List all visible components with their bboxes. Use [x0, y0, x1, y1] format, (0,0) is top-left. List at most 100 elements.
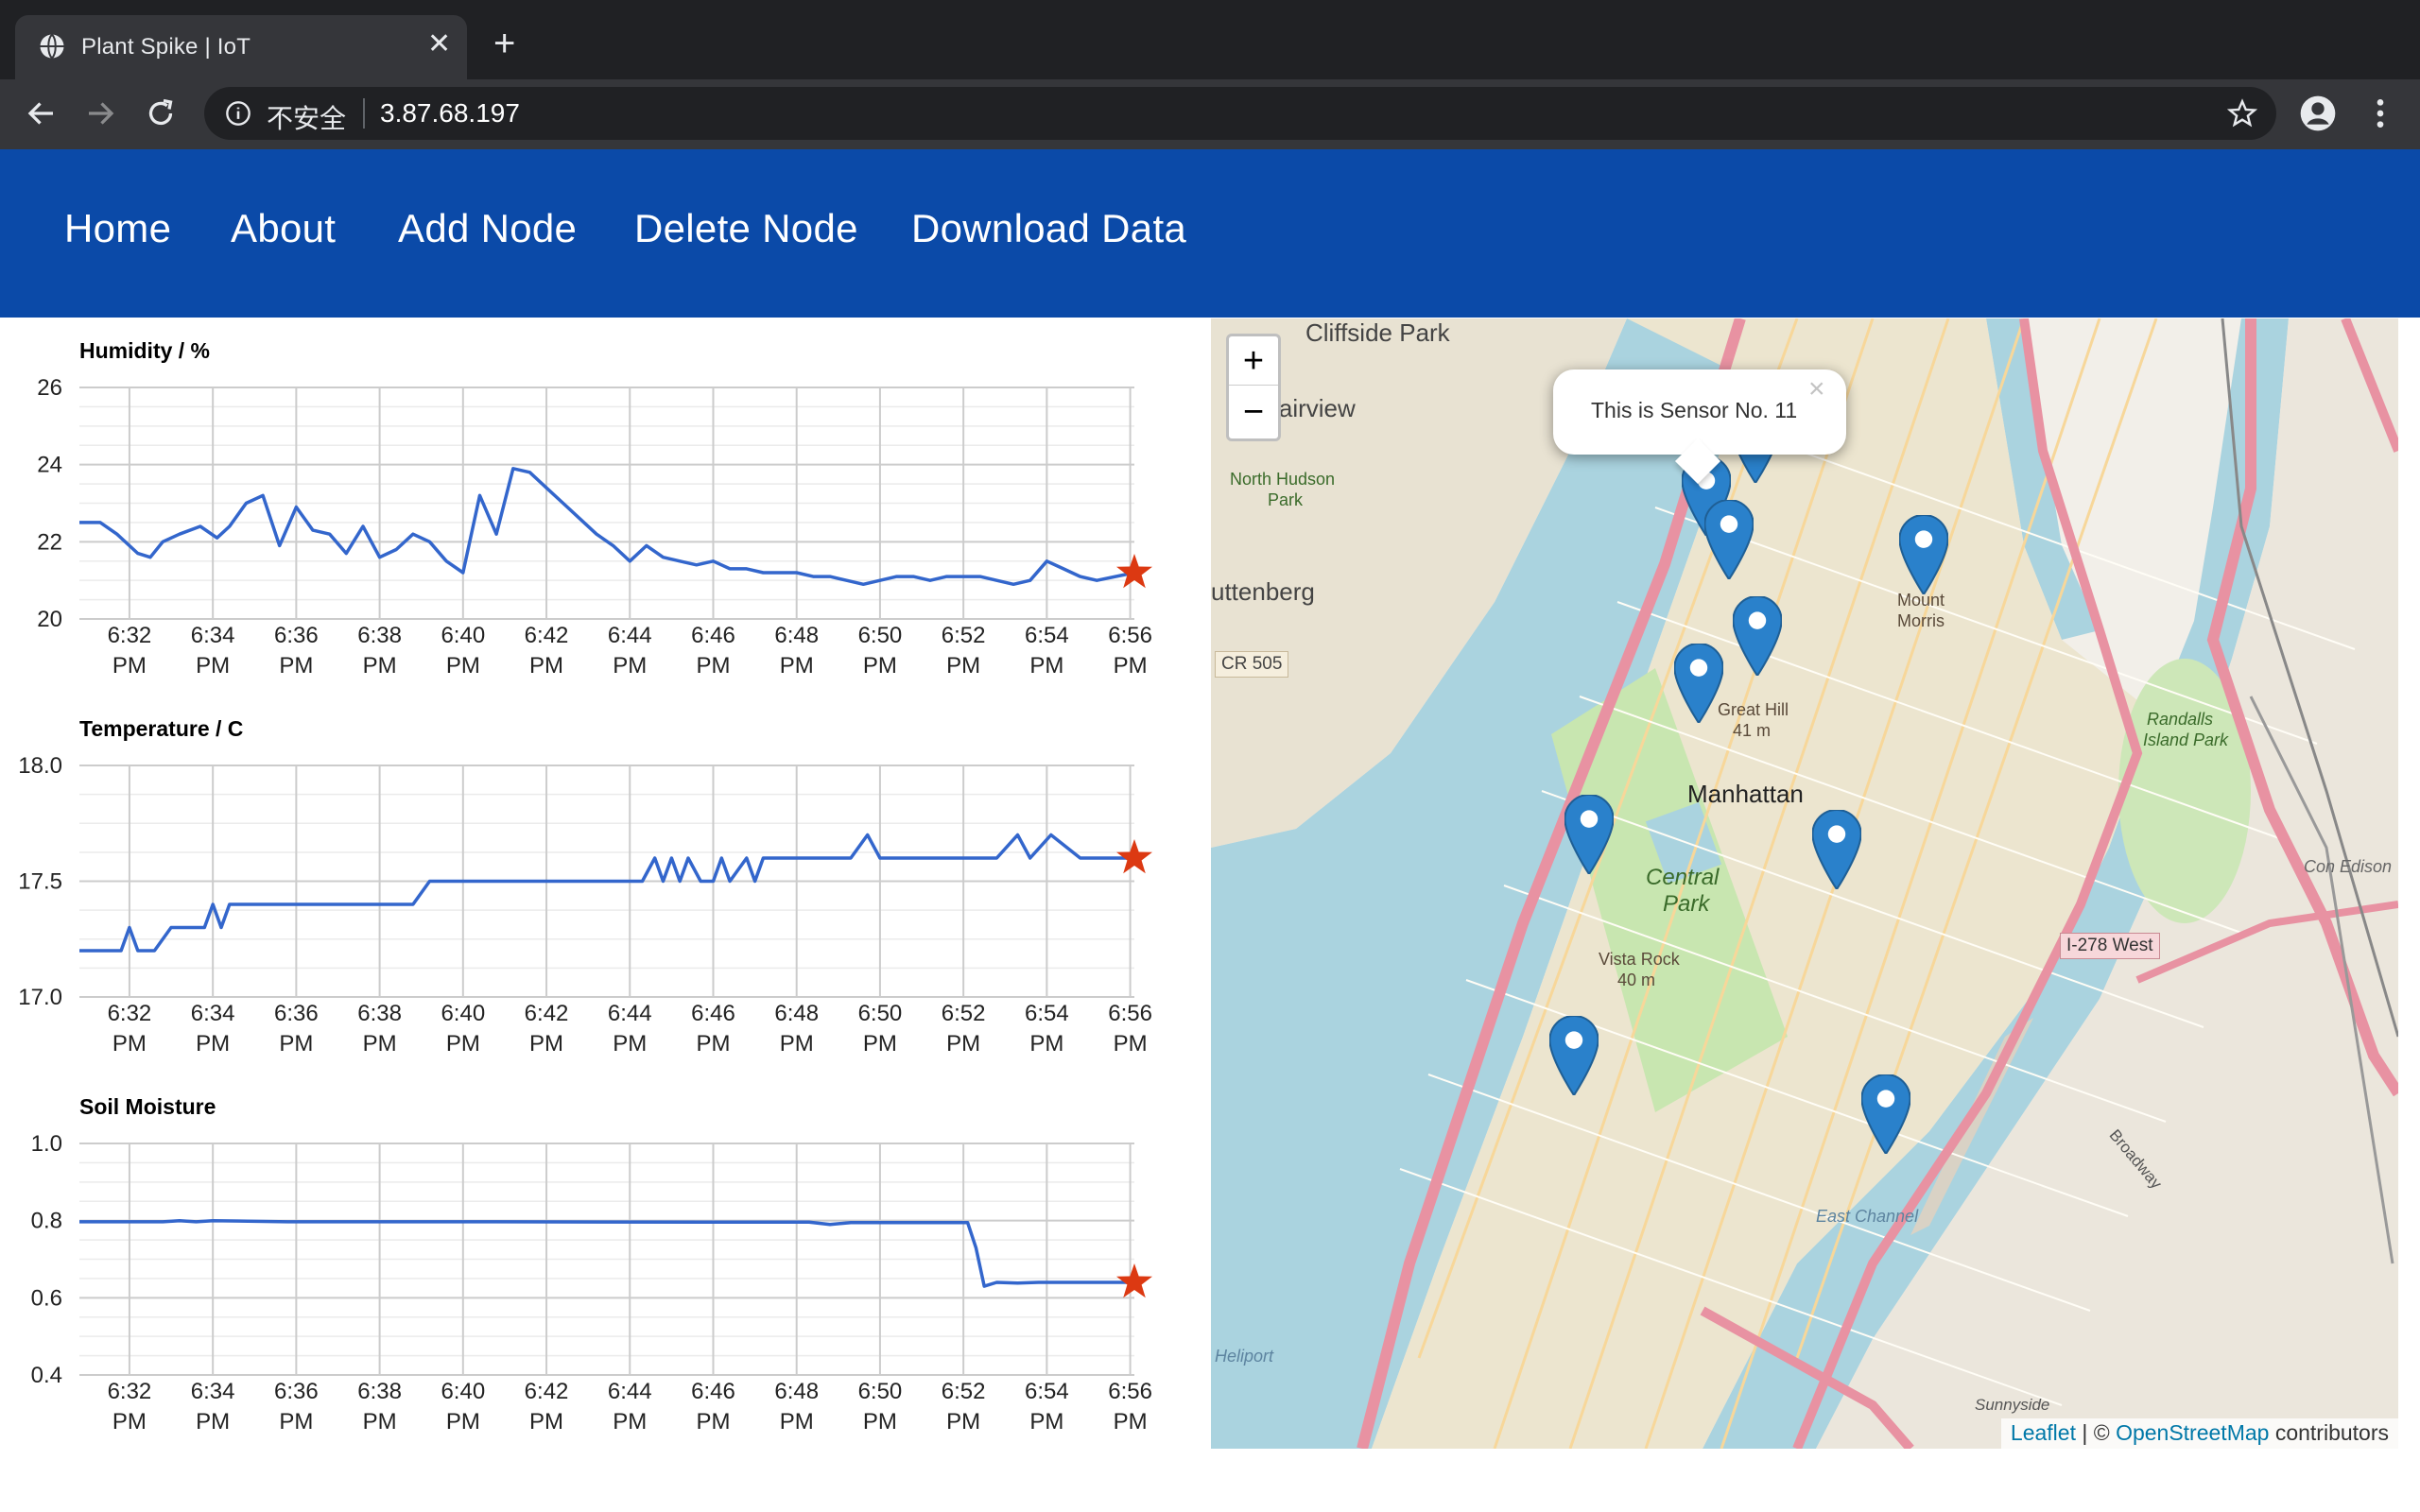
latest-value-star	[1116, 554, 1152, 589]
x-tick-label: 6:38	[357, 1379, 402, 1404]
humidity-chart: Humidity / % 6:32 PM 6:34 PM 6:36 PM 6:38 PM 6:4…	[0, 331, 1191, 709]
x-tick-label: 6:44	[608, 1001, 652, 1026]
label-cr505: CR 505	[1215, 651, 1289, 678]
x-tick-suffix: PM	[613, 1031, 647, 1057]
x-tick-label: 6:36	[274, 1001, 319, 1026]
x-tick-label: 6:38	[357, 623, 402, 648]
map-attribution: Leaflet | © OpenStreetMap contributors	[2000, 1418, 2398, 1449]
nav-download-data[interactable]: Download Data	[911, 206, 1186, 251]
x-tick-label: 6:56	[1108, 1379, 1152, 1404]
x-tick-suffix: PM	[946, 653, 980, 679]
nav-home[interactable]: Home	[64, 206, 171, 251]
popup-close-icon[interactable]: ×	[1808, 373, 1825, 405]
label-manhattan: Manhattan	[1687, 780, 1804, 808]
x-tick-label: 6:48	[774, 1379, 819, 1404]
y-tick-label: 0.8	[31, 1209, 62, 1234]
sensor-marker[interactable]	[1733, 596, 1782, 676]
x-tick-suffix: PM	[363, 653, 397, 679]
browser-menu-icon[interactable]	[2367, 94, 2394, 137]
zoom-out-button[interactable]: −	[1229, 387, 1278, 437]
label-vista-rock: Vista Rock	[1599, 950, 1680, 969]
label-morris: Morris	[1897, 611, 1945, 630]
sensor-marker[interactable]	[1549, 1016, 1599, 1095]
browser-tab[interactable]: Plant Spike | IoT ✕	[15, 15, 467, 79]
x-tick-suffix: PM	[696, 653, 730, 679]
sensor-marker[interactable]	[1564, 795, 1614, 874]
temperature-chart-title: Temperature / C	[79, 716, 244, 741]
x-tick-suffix: PM	[446, 1031, 480, 1057]
x-tick-label: 6:38	[357, 1001, 402, 1026]
leaflet-link[interactable]: Leaflet	[2011, 1420, 2076, 1445]
label-north-hudson: North Hudson	[1230, 470, 1336, 489]
x-tick-suffix: PM	[780, 653, 814, 679]
x-tick-label: 6:40	[441, 1001, 485, 1026]
x-tick-label: 6:32	[108, 1001, 152, 1026]
x-tick-suffix: PM	[863, 1409, 897, 1435]
humidity-chart-title: Humidity / %	[79, 338, 211, 363]
label-east-channel: East Channel	[1816, 1207, 1919, 1226]
x-tick-label: 6:32	[108, 1379, 152, 1404]
x-tick-suffix: PM	[780, 1409, 814, 1435]
nav-add-node[interactable]: Add Node	[398, 206, 577, 251]
x-tick-suffix: PM	[446, 653, 480, 679]
y-tick-label: 0.4	[31, 1363, 62, 1388]
label-island-park: Island Park	[2143, 730, 2229, 749]
soil-moisture-chart: Soil Moisture 6:32 PM 6:34 PM 6:36 PM 6:38 PM 6:…	[0, 1087, 1191, 1465]
x-tick-suffix: PM	[196, 1031, 230, 1057]
address-separator	[363, 98, 365, 129]
x-tick-label: 6:50	[858, 1379, 903, 1404]
label-central-park: Park	[1663, 891, 1710, 917]
x-tick-suffix: PM	[112, 1409, 147, 1435]
x-tick-suffix: PM	[780, 1031, 814, 1057]
nav-about[interactable]: About	[231, 206, 336, 251]
latest-value-star	[1116, 1263, 1152, 1298]
address-bar[interactable]: 不安全 3.87.68.197	[204, 87, 2276, 140]
x-tick-suffix: PM	[1029, 1031, 1063, 1057]
label-randalls: Randalls	[2147, 710, 2214, 729]
reload-icon[interactable]	[144, 96, 178, 135]
sensor-marker[interactable]	[1812, 810, 1861, 889]
x-tick-label: 6:40	[441, 623, 485, 648]
account-icon[interactable]	[2299, 94, 2337, 137]
globe-icon	[38, 32, 66, 65]
map-tiles	[1211, 318, 2398, 1449]
label-sunnyside: Sunnyside	[1975, 1396, 2050, 1414]
label-great-hill-m: 41 m	[1733, 721, 1772, 740]
nav-delete-node[interactable]: Delete Node	[634, 206, 858, 251]
label-great-hill: Great Hill	[1718, 700, 1789, 719]
y-tick-label: 18.0	[18, 753, 62, 779]
x-tick-suffix: PM	[863, 653, 897, 679]
x-tick-label: 6:44	[608, 623, 652, 648]
x-tick-label: 6:36	[274, 623, 319, 648]
x-tick-suffix: PM	[1114, 1031, 1148, 1057]
x-tick-label: 6:44	[608, 1379, 652, 1404]
x-tick-label: 6:50	[858, 1001, 903, 1026]
sensor-marker[interactable]	[1674, 644, 1723, 723]
x-tick-suffix: PM	[696, 1409, 730, 1435]
tab-close-icon[interactable]: ✕	[427, 30, 451, 59]
sensor-marker[interactable]	[1861, 1074, 1910, 1154]
x-tick-suffix: PM	[363, 1031, 397, 1057]
x-tick-suffix: PM	[529, 1031, 563, 1057]
osm-link[interactable]: OpenStreetMap	[2116, 1420, 2269, 1445]
back-arrow-icon[interactable]	[25, 96, 59, 135]
zoom-in-button[interactable]: +	[1229, 336, 1278, 386]
new-tab-button[interactable]: +	[493, 25, 515, 62]
x-tick-label: 6:54	[1025, 623, 1069, 648]
x-tick-label: 6:46	[691, 1001, 735, 1026]
sensor-marker[interactable]	[1899, 515, 1948, 594]
x-tick-label: 6:42	[525, 1379, 569, 1404]
y-tick-label: 20	[37, 607, 62, 632]
x-tick-label: 6:36	[274, 1379, 319, 1404]
forward-arrow-icon[interactable]	[83, 96, 117, 135]
info-icon[interactable]	[225, 100, 251, 131]
label-guttenberg: uttenberg	[1211, 577, 1315, 606]
zoom-control: + −	[1226, 334, 1281, 441]
sensor-map[interactable]: Cliffside Park Fairview North Hudson Par…	[1211, 318, 2398, 1449]
x-tick-suffix: PM	[446, 1409, 480, 1435]
app-navbar: Home About Add Node Delete Node Download…	[0, 149, 2420, 318]
bookmark-star-icon[interactable]	[2226, 98, 2258, 133]
sensor-marker[interactable]	[1704, 500, 1754, 579]
x-tick-suffix: PM	[196, 653, 230, 679]
url-text[interactable]: 3.87.68.197	[380, 98, 520, 129]
